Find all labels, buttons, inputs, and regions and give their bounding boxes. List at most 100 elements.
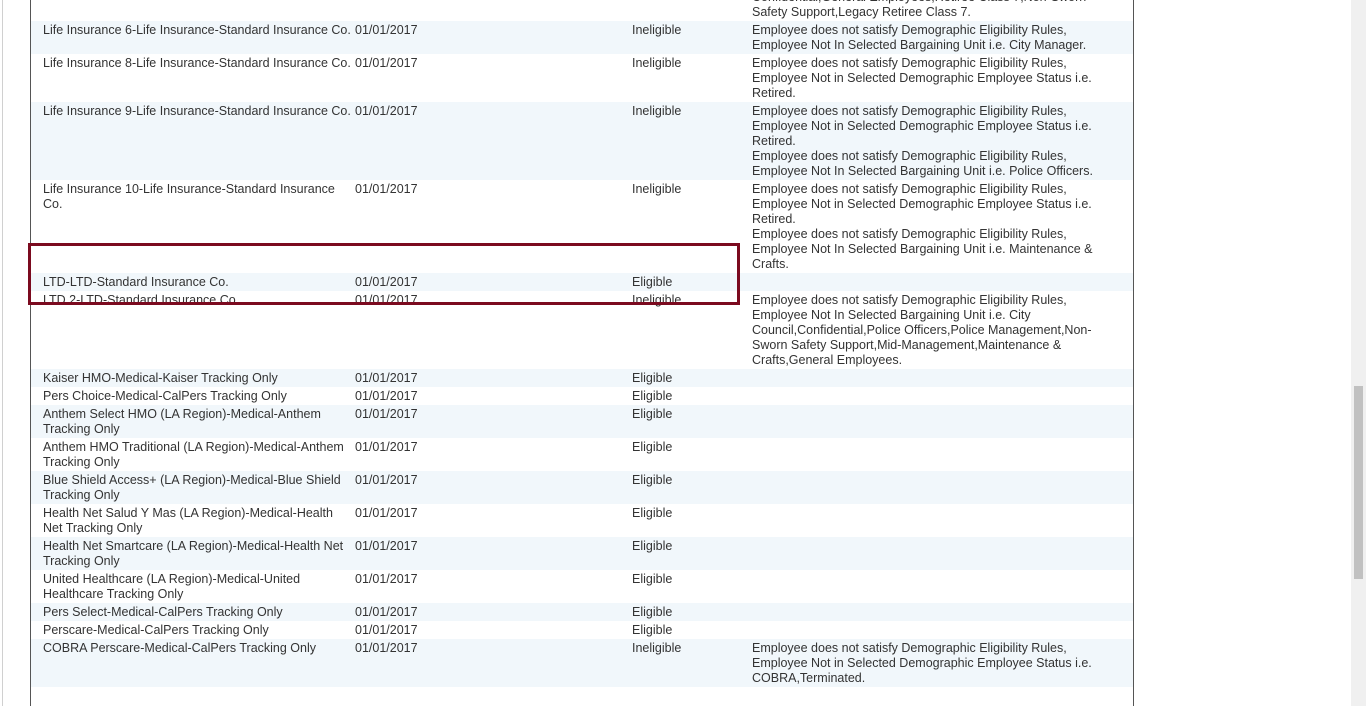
- table-row: Perscare-Medical-CalPers Tracking Only 01…: [31, 621, 1133, 639]
- eligibility-status-cell: Eligible: [632, 623, 673, 637]
- eligibility-status-cell: [632, 0, 752, 21]
- plan-name-cell: Health Net Salud Y Mas (LA Region)-Medic…: [43, 506, 333, 535]
- table-row: Life Insurance 10-Life Insurance-Standar…: [31, 180, 1133, 273]
- effective-date-cell: 01/01/2017: [355, 405, 632, 438]
- ineligibility-reason-cell: [752, 570, 1133, 603]
- ineligibility-reason-cell: Employee does not satisfy Demographic El…: [752, 102, 1133, 180]
- eligibility-table-panel: Confidential,General Employees,Retiree C…: [30, 0, 1134, 706]
- ineligibility-reason-cell: [752, 537, 1133, 570]
- plan-name-cell: Pers Select-Medical-CalPers Tracking Onl…: [31, 603, 355, 621]
- eligibility-status-cell: Eligible: [632, 537, 752, 570]
- ineligibility-reason-cell: Confidential,General Employees,Retiree C…: [752, 0, 1133, 21]
- eligibility-status-cell: Eligible: [632, 440, 673, 454]
- plan-name-cell: Health Net Smartcare (LA Region)-Medical…: [31, 537, 355, 570]
- plan-name-cell: Life Insurance 6-Life Insurance-Standard…: [31, 21, 355, 54]
- eligibility-status-cell: Eligible: [632, 405, 752, 438]
- plan-name-cell: Pers Choice-Medical-CalPers Tracking Onl…: [43, 389, 287, 403]
- table-row: LTD 2-LTD-Standard Insurance Co. 01/01/20…: [31, 291, 1133, 369]
- ineligibility-reason-cell: [752, 504, 1133, 537]
- table-row: Life Insurance 6-Life Insurance-Standard…: [31, 21, 1133, 54]
- eligibility-status-cell: Eligible: [632, 506, 673, 520]
- eligibility-status-cell: Eligible: [632, 572, 673, 586]
- plan-name-cell: Life Insurance 8-Life Insurance-Standard…: [43, 56, 351, 70]
- reason-text: Employee does not satisfy Demographic El…: [752, 227, 1093, 271]
- ineligibility-reason-cell: [752, 438, 1133, 471]
- plan-name-cell: LTD-LTD-Standard Insurance Co.: [31, 273, 355, 291]
- effective-date-cell: 01/01/2017: [355, 440, 418, 454]
- ineligibility-reason-cell: Employee does not satisfy Demographic El…: [752, 639, 1133, 687]
- eligibility-status-cell: Ineligible: [632, 293, 682, 307]
- eligibility-status-cell: Ineligible: [632, 56, 682, 70]
- effective-date-cell: 01/01/2017: [355, 102, 632, 180]
- plan-name-cell: LTD 2-LTD-Standard Insurance Co.: [43, 293, 240, 307]
- ineligibility-reason-cell: Employee does not satisfy Demographic El…: [752, 180, 1133, 273]
- eligibility-table-body: Confidential,General Employees,Retiree C…: [31, 0, 1133, 687]
- effective-date-cell: 01/01/2017: [355, 623, 418, 637]
- table-row: United Healthcare (LA Region)-Medical-Un…: [31, 570, 1133, 603]
- page-left-border: [2, 0, 3, 706]
- table-row: COBRA Perscare-Medical-CalPers Tracking …: [31, 639, 1133, 687]
- eligibility-status-cell: Eligible: [632, 369, 752, 387]
- effective-date-cell: [355, 0, 632, 21]
- table-row: Health Net Salud Y Mas (LA Region)-Medic…: [31, 504, 1133, 537]
- eligibility-status-cell: Eligible: [632, 273, 752, 291]
- effective-date-cell: 01/01/2017: [355, 603, 632, 621]
- ineligibility-reason-cell: [752, 273, 1133, 291]
- plan-name-cell: COBRA Perscare-Medical-CalPers Tracking …: [31, 639, 355, 687]
- eligibility-status-cell: Ineligible: [632, 21, 752, 54]
- effective-date-cell: 01/01/2017: [355, 572, 418, 586]
- table-row: Pers Choice-Medical-CalPers Tracking Onl…: [31, 387, 1133, 405]
- plan-name-cell: Anthem Select HMO (LA Region)-Medical-An…: [31, 405, 355, 438]
- effective-date-cell: 01/01/2017: [355, 293, 418, 307]
- plan-name-cell: Anthem HMO Traditional (LA Region)-Medic…: [43, 440, 344, 469]
- table-row: Anthem HMO Traditional (LA Region)-Medic…: [31, 438, 1133, 471]
- ineligibility-reason-cell: [752, 387, 1133, 405]
- scrollbar-thumb[interactable]: [1354, 386, 1363, 579]
- effective-date-cell: 01/01/2017: [355, 21, 632, 54]
- reason-text: Employee does not satisfy Demographic El…: [752, 293, 1092, 367]
- plan-name-cell: Perscare-Medical-CalPers Tracking Only: [43, 623, 269, 637]
- effective-date-cell: 01/01/2017: [355, 506, 418, 520]
- ineligibility-reason-cell: Employee does not satisfy Demographic El…: [752, 54, 1133, 102]
- reason-text: Employee does not satisfy Demographic El…: [752, 56, 1092, 100]
- plan-name-cell: Life Insurance 10-Life Insurance-Standar…: [43, 182, 335, 211]
- plan-name-cell: Blue Shield Access+ (LA Region)-Medical-…: [31, 471, 355, 504]
- table-row: Confidential,General Employees,Retiree C…: [31, 0, 1133, 21]
- table-row: Kaiser HMO-Medical-Kaiser Tracking Only 0…: [31, 369, 1133, 387]
- plan-name-cell: [31, 0, 355, 21]
- ineligibility-reason-cell: Employee does not satisfy Demographic El…: [752, 291, 1133, 369]
- table-row: Life Insurance 8-Life Insurance-Standard…: [31, 54, 1133, 102]
- eligibility-status-cell: Eligible: [632, 471, 752, 504]
- ineligibility-reason-cell: [752, 471, 1133, 504]
- reason-text: Employee does not satisfy Demographic El…: [752, 149, 1093, 178]
- reason-text: Employee does not satisfy Demographic El…: [752, 23, 1087, 52]
- effective-date-cell: 01/01/2017: [355, 389, 418, 403]
- reason-text: Employee does not satisfy Demographic El…: [752, 182, 1092, 226]
- table-row: Life Insurance 9-Life Insurance-Standard…: [31, 102, 1133, 180]
- eligibility-status-cell: Eligible: [632, 603, 752, 621]
- reason-text: Employee does not satisfy Demographic El…: [752, 104, 1092, 148]
- effective-date-cell: 01/01/2017: [355, 537, 632, 570]
- effective-date-cell: 01/01/2017: [355, 369, 632, 387]
- effective-date-cell: 01/01/2017: [355, 182, 418, 196]
- plan-name-cell: United Healthcare (LA Region)-Medical-Un…: [43, 572, 301, 601]
- ineligibility-reason-cell: [752, 369, 1133, 387]
- ineligibility-reason-cell: [752, 621, 1133, 639]
- plan-name-cell: Kaiser HMO-Medical-Kaiser Tracking Only: [31, 369, 355, 387]
- table-row: LTD-LTD-Standard Insurance Co. 01/01/2017…: [31, 273, 1133, 291]
- effective-date-cell: 01/01/2017: [355, 639, 632, 687]
- effective-date-cell: 01/01/2017: [355, 273, 632, 291]
- table-row: Health Net Smartcare (LA Region)-Medical…: [31, 537, 1133, 570]
- table-row: Pers Select-Medical-CalPers Tracking Onl…: [31, 603, 1133, 621]
- plan-name-cell: Life Insurance 9-Life Insurance-Standard…: [31, 102, 355, 180]
- vertical-scrollbar[interactable]: [1351, 0, 1366, 706]
- effective-date-cell: 01/01/2017: [355, 471, 632, 504]
- effective-date-cell: 01/01/2017: [355, 56, 418, 70]
- eligibility-status-cell: Ineligible: [632, 182, 682, 196]
- reason-text: Employee does not satisfy Demographic El…: [752, 641, 1092, 685]
- eligibility-status-cell: Ineligible: [632, 102, 752, 180]
- ineligibility-reason-cell: Employee does not satisfy Demographic El…: [752, 21, 1133, 54]
- eligibility-table: Confidential,General Employees,Retiree C…: [31, 0, 1133, 687]
- ineligibility-reason-cell: [752, 603, 1133, 621]
- reason-text: Confidential,General Employees,Retiree C…: [752, 0, 1086, 19]
